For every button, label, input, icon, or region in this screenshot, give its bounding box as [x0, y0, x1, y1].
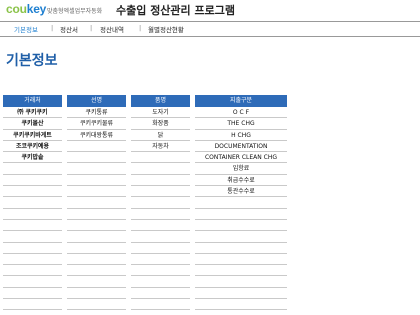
table-cell[interactable]: 쿠키대왕통류 [67, 130, 126, 141]
table-cell[interactable] [67, 209, 126, 220]
column-header: 선명 [67, 95, 126, 107]
logo-text-main: cou [6, 2, 27, 16]
main-nav: 기본정보 | 정산서 | 정산내역 | 월별정산현황 [0, 21, 420, 37]
table-cell[interactable] [3, 288, 62, 300]
table-cell[interactable] [3, 175, 62, 187]
table-cell[interactable] [67, 220, 126, 232]
table-cell[interactable] [3, 197, 62, 209]
table-cell[interactable] [67, 254, 126, 266]
table-cell[interactable] [3, 265, 62, 277]
logo-tagline: 맞춤형엑셀업무자동화 [47, 8, 103, 15]
nav-tab-statement[interactable]: 정산서 [60, 24, 78, 34]
table-cell[interactable]: 쿠키쿠키물류 [67, 118, 126, 130]
nav-separator: | [90, 24, 93, 32]
table-cell[interactable]: 자동차 [131, 141, 190, 153]
nav-tab-settlement-history[interactable]: 정산내역 [100, 24, 124, 34]
table-cell[interactable] [195, 220, 287, 232]
table-cell[interactable] [3, 276, 62, 288]
table-cell[interactable] [195, 288, 287, 300]
table-cell[interactable]: H CHG [195, 130, 287, 141]
client-table: 거래처 ㈜ 쿠키쿠키 쿠키몰산 쿠키쿠키바게트 조코쿠키예용 쿠키밥솥 [3, 95, 62, 311]
table-cell[interactable] [195, 209, 287, 220]
item-table: 품명 도자기 화장품 닭 자동차 [131, 95, 190, 311]
table-cell[interactable]: 쿠키쿠키바게트 [3, 130, 62, 141]
coukey-logo: coukey [6, 2, 46, 16]
table-cell[interactable] [195, 276, 287, 288]
table-cell[interactable] [131, 299, 190, 311]
page-title: 기본정보 [6, 53, 58, 69]
table-cell[interactable] [3, 231, 62, 243]
table-cell[interactable] [3, 243, 62, 254]
table-cell[interactable]: 닭 [131, 130, 190, 141]
table-cell[interactable] [67, 163, 126, 175]
nav-separator: | [51, 24, 54, 32]
table-cell[interactable]: 통관수수료 [195, 186, 287, 198]
table-cell[interactable] [131, 186, 190, 198]
table-cell[interactable]: 입항료 [195, 163, 287, 175]
table-cell[interactable] [195, 231, 287, 243]
table-cell[interactable] [67, 231, 126, 243]
table-cell[interactable] [195, 197, 287, 209]
table-cell[interactable] [131, 163, 190, 175]
table-cell[interactable]: 조코쿠키예용 [3, 141, 62, 153]
table-cell[interactable]: 쿠키밥솥 [3, 152, 62, 164]
table-cell[interactable]: 도자기 [131, 107, 190, 119]
nav-tab-monthly-status[interactable]: 월별정산현황 [148, 24, 184, 34]
table-cell[interactable] [3, 209, 62, 220]
table-cell[interactable] [67, 186, 126, 198]
nav-tab-basic-info[interactable]: 기본정보 [14, 24, 38, 34]
app-title: 수출입 정산관리 프로그램 [116, 4, 235, 17]
table-cell[interactable] [67, 141, 126, 153]
table-cell[interactable] [131, 265, 190, 277]
table-cell[interactable] [195, 254, 287, 266]
table-cell[interactable] [131, 243, 190, 254]
table-cell[interactable]: 쿠키통류 [67, 107, 126, 119]
table-cell[interactable]: O C F [195, 107, 287, 119]
table-cell[interactable] [195, 243, 287, 254]
app-header: coukey 맞춤형엑셀업무자동화 수출입 정산관리 프로그램 [0, 0, 420, 20]
table-cell[interactable] [131, 231, 190, 243]
table-cell[interactable] [3, 163, 62, 175]
table-cell[interactable]: CONTAINER CLEAN CHG [195, 152, 287, 164]
table-cell[interactable] [131, 276, 190, 288]
table-cell[interactable] [3, 254, 62, 266]
table-cell[interactable] [131, 254, 190, 266]
nav-separator: | [139, 24, 142, 32]
vessel-table: 선명 쿠키통류 쿠키쿠키물류 쿠키대왕통류 [67, 95, 126, 311]
table-cell[interactable] [67, 299, 126, 311]
table-cell[interactable]: 취급수수료 [195, 175, 287, 187]
table-cell[interactable]: THE CHG [195, 118, 287, 130]
table-cell[interactable] [67, 288, 126, 300]
table-cell[interactable] [67, 243, 126, 254]
table-cell[interactable]: 화장품 [131, 118, 190, 130]
table-cell[interactable] [67, 175, 126, 187]
table-cell[interactable] [3, 220, 62, 232]
table-cell[interactable] [67, 152, 126, 164]
table-cell[interactable]: DOCUMENTATION [195, 141, 287, 153]
table-cell[interactable] [67, 265, 126, 277]
table-cell[interactable] [131, 209, 190, 220]
table-cell[interactable]: 쿠키몰산 [3, 118, 62, 130]
column-header: 지출구분 [195, 95, 287, 107]
table-cell[interactable] [195, 299, 287, 311]
column-header: 거래처 [3, 95, 62, 107]
table-cell[interactable] [131, 152, 190, 164]
table-cell[interactable] [67, 197, 126, 209]
table-cell[interactable]: ㈜ 쿠키쿠키 [3, 107, 62, 119]
table-cell[interactable] [131, 220, 190, 232]
table-cell[interactable] [195, 265, 287, 277]
table-cell[interactable] [131, 175, 190, 187]
logo-text-accent: key [26, 2, 47, 16]
table-cell[interactable] [3, 186, 62, 198]
table-cell[interactable] [131, 197, 190, 209]
table-cell[interactable] [67, 276, 126, 288]
table-cell[interactable] [3, 299, 62, 311]
column-header: 품명 [131, 95, 190, 107]
expense-type-table: 지출구분 O C F THE CHG H CHG DOCUMENTATION CONTAI… [195, 95, 287, 311]
table-cell[interactable] [131, 288, 190, 300]
